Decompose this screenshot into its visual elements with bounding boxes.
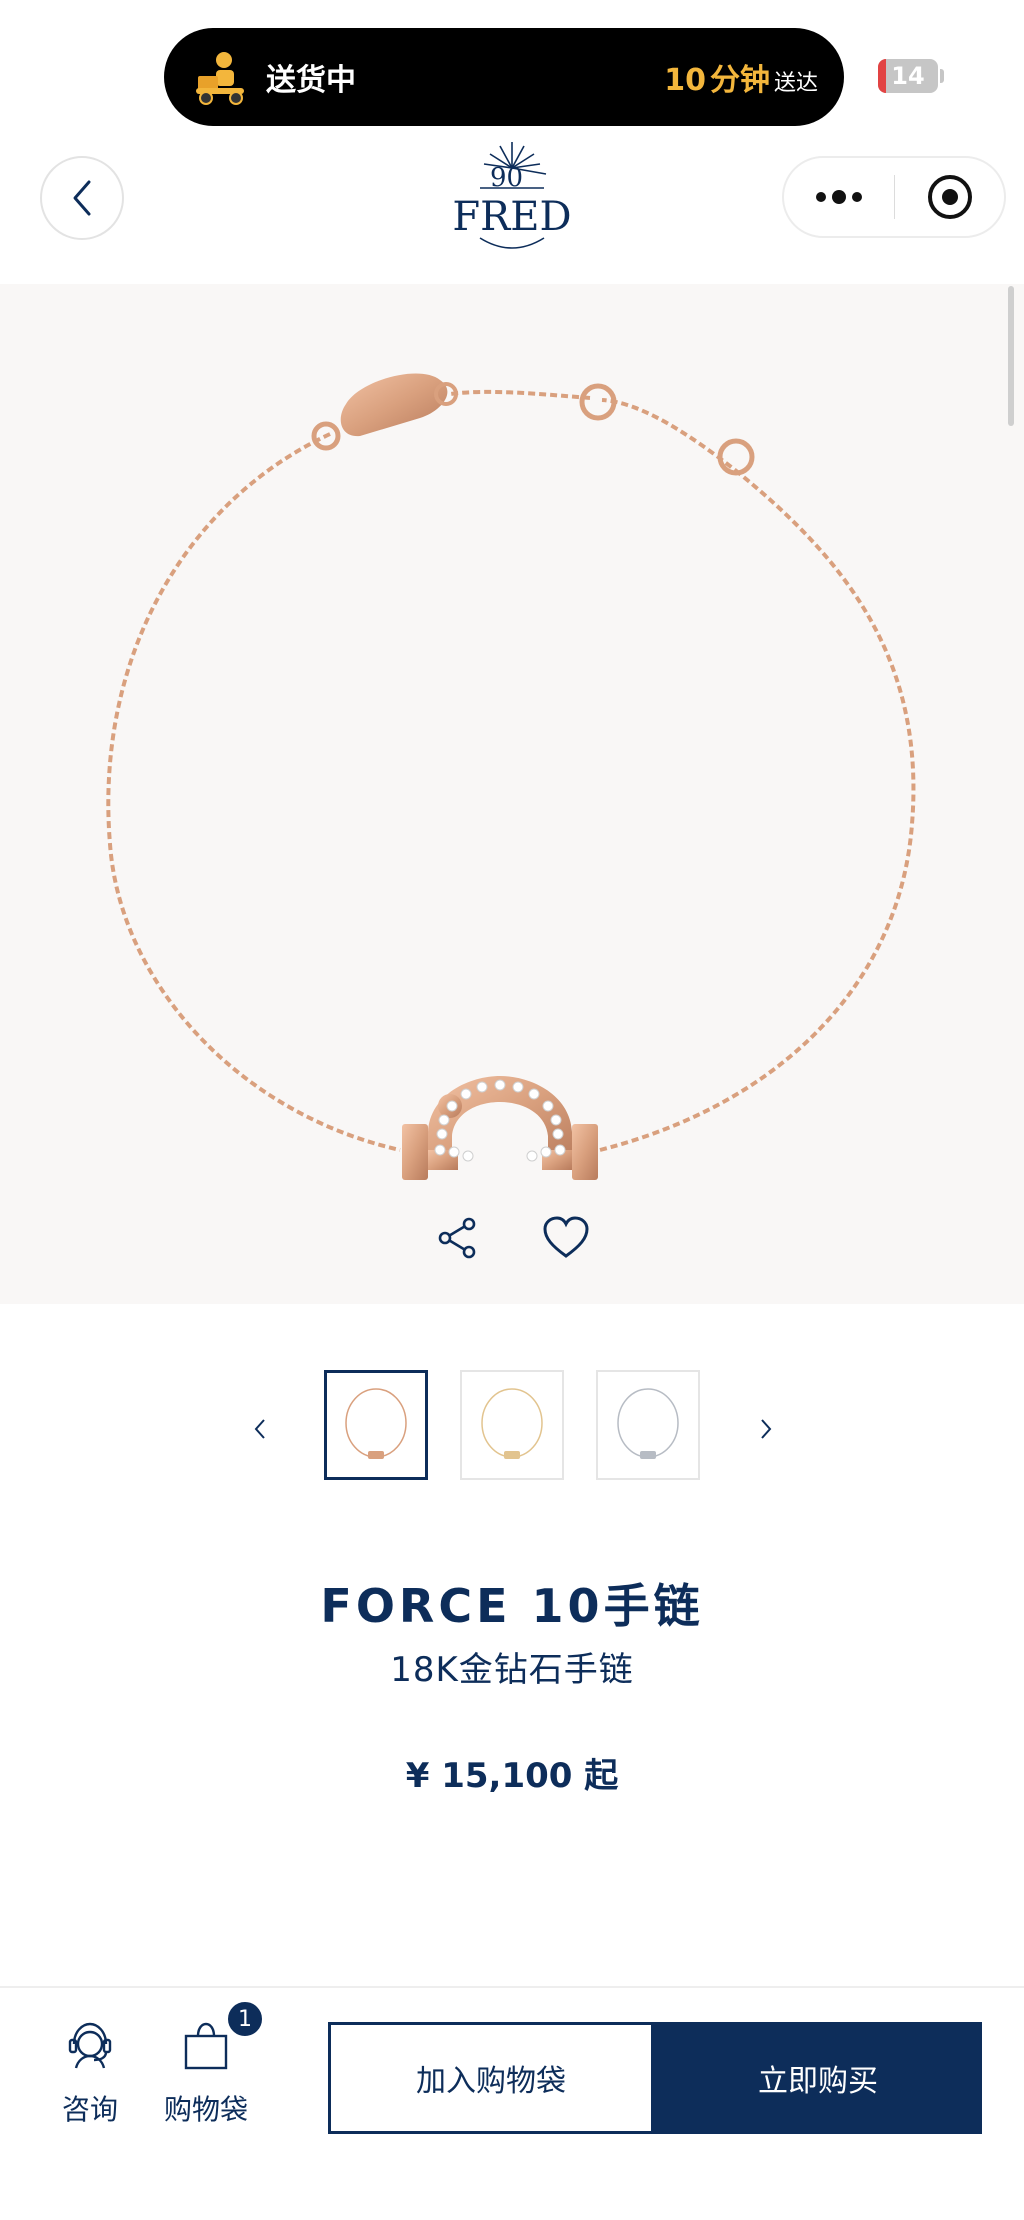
courier-icon <box>196 52 244 105</box>
consult-label: 咨询 <box>61 2093 118 2126</box>
product-hero <box>0 284 1024 1304</box>
add-to-bag-button[interactable]: 加入购物袋 <box>328 2022 654 2134</box>
bracelet-thumbnail-image <box>345 1388 407 1459</box>
eta-number: 10 <box>664 63 706 98</box>
more-dots-icon <box>816 190 862 204</box>
eta-unit: 分钟 <box>709 63 770 98</box>
thumbnail-rose-gold[interactable] <box>324 1370 428 1480</box>
thumbnail-yellow-gold[interactable] <box>460 1370 564 1480</box>
thumbnail-white-gold[interactable] <box>596 1370 700 1480</box>
chevron-right-icon <box>761 1419 772 1439</box>
bracelet-image <box>106 373 916 1180</box>
thumbnail-next-button[interactable] <box>746 1404 786 1454</box>
back-button[interactable] <box>40 156 124 240</box>
chevron-left-icon <box>254 1419 265 1439</box>
battery-tip <box>940 69 944 83</box>
chevron-left-icon <box>73 180 91 216</box>
delivery-status-pill[interactable]: 送货中 10 分钟 送达 <box>164 28 844 126</box>
share-icon <box>438 1217 476 1259</box>
bag-count-badge: 1 <box>226 2000 264 2038</box>
product-title: FORCE 10手链 <box>320 1579 704 1633</box>
headset-agent-icon <box>60 2016 120 2076</box>
battery-level: 14 <box>891 62 925 90</box>
shopping-bag-icon: 1 <box>176 2000 264 2076</box>
mini-program-capsule <box>782 156 1006 238</box>
consult-button[interactable]: 咨询 <box>50 2016 130 2136</box>
bottom-action-bar: 咨询 1 购物袋 加入购物袋 立即购买 <box>0 1986 1024 2220</box>
scrollbar-thumb[interactable] <box>1008 286 1014 426</box>
buy-now-button[interactable]: 立即购买 <box>654 2022 982 2134</box>
product-subtitle: 18K金钻石手链 <box>390 1650 634 1690</box>
fred-logo: 90 FRED <box>452 142 572 249</box>
thumbnail-prev-button[interactable] <box>240 1404 280 1454</box>
battery-indicator: 14 <box>878 59 938 93</box>
svg-text:FRED: FRED <box>452 194 571 240</box>
bag-label: 购物袋 <box>163 2093 248 2126</box>
target-icon <box>927 175 972 219</box>
delivery-eta: 10 分钟 送达 <box>664 55 818 99</box>
shopping-bag-button[interactable]: 1 购物袋 <box>156 2000 264 2136</box>
battery-fill <box>878 59 887 93</box>
svg-text:90: 90 <box>490 163 523 193</box>
delivery-status-text: 送货中 <box>266 63 356 98</box>
share-button[interactable] <box>430 1210 486 1266</box>
eta-suffix: 送达 <box>773 71 818 96</box>
bracelet-thumbnail-image <box>481 1388 543 1459</box>
product-price: ¥ 15,100 起 <box>405 1756 619 1796</box>
close-program-button[interactable] <box>895 158 1004 236</box>
favorite-button[interactable] <box>538 1210 594 1266</box>
bracelet-thumbnail-image <box>617 1388 679 1459</box>
more-button[interactable] <box>784 158 894 236</box>
heart-icon <box>543 1216 589 1258</box>
